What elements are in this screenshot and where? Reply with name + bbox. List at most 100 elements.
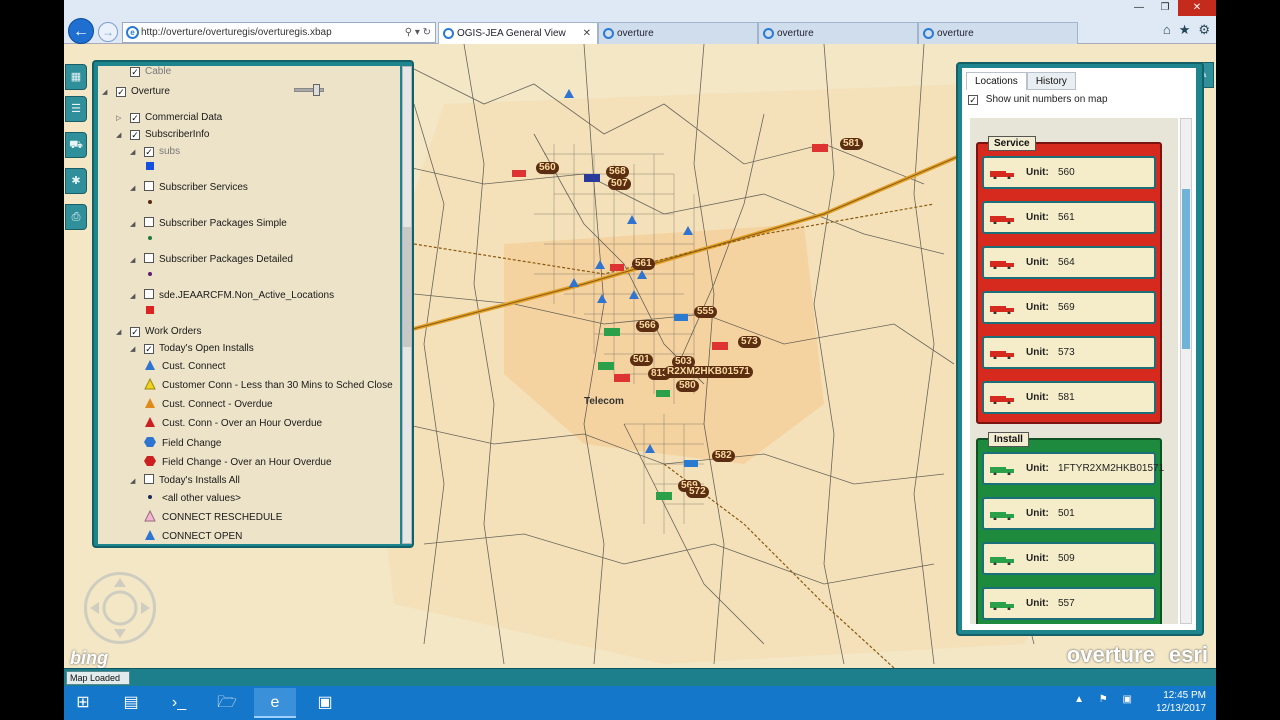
measure-tool-icon[interactable]: ✱ <box>65 168 87 194</box>
layer-row[interactable]: ◢ ✓ Work Orders <box>116 324 202 340</box>
print-tool-icon[interactable]: ⎙ <box>65 204 87 230</box>
layer-checkbox[interactable] <box>144 289 154 299</box>
minimize-icon[interactable]: — <box>1126 0 1152 16</box>
show-unit-numbers-checkbox[interactable]: ✓ <box>968 95 978 105</box>
restore-icon[interactable]: ❐ <box>1152 0 1178 16</box>
expand-open-icon[interactable]: ◢ <box>130 342 138 358</box>
layer-row[interactable]: Cust. Connect - Overdue <box>144 397 273 413</box>
favorites-icon[interactable]: ★ <box>1179 22 1191 38</box>
layer-row[interactable] <box>144 268 162 284</box>
basemap-tool-icon[interactable]: ▦ <box>65 64 87 90</box>
file-explorer-icon[interactable]: 🗁 <box>206 688 248 718</box>
expand-closed-icon[interactable]: ▷ <box>116 111 124 127</box>
map-marker-label[interactable]: 572 <box>686 486 709 498</box>
tab-overture[interactable]: overture <box>598 22 758 44</box>
layer-row[interactable] <box>144 304 162 320</box>
layer-row[interactable]: Cust. Connect <box>144 359 225 375</box>
layer-row[interactable]: <all other values> <box>144 491 241 507</box>
unit-card[interactable]: Unit: 564 <box>982 246 1156 279</box>
layer-row[interactable]: CONNECT OPEN <box>144 529 242 544</box>
map-marker-label[interactable]: 555 <box>694 306 717 318</box>
search-refresh-icons[interactable]: ⚲ ▾ ↻ <box>405 23 431 42</box>
vehicle-tool-icon[interactable]: ⛟ <box>65 132 87 158</box>
layer-row[interactable]: ◢ Today's Installs All <box>130 473 240 489</box>
layer-checkbox[interactable] <box>144 253 154 263</box>
layer-checkbox[interactable]: ✓ <box>144 344 154 354</box>
slider-thumb[interactable] <box>313 84 320 96</box>
map-marker-label[interactable]: 566 <box>636 320 659 332</box>
layer-row[interactable]: Field Change <box>144 436 221 452</box>
scroll-thumb[interactable] <box>403 227 411 347</box>
layer-checkbox[interactable]: ✓ <box>130 113 140 123</box>
expand-open-icon[interactable]: ◢ <box>130 181 138 197</box>
internet-explorer-icon[interactable]: e <box>254 688 296 718</box>
tab-ogis-general-view[interactable]: OGIS-JEA General View ✕ <box>438 22 598 44</box>
unit-card[interactable]: Unit: 560 <box>982 156 1156 189</box>
map-marker-label[interactable]: 582 <box>712 450 735 462</box>
unit-card[interactable]: Unit: 561 <box>982 201 1156 234</box>
powershell-icon[interactable]: ›_ <box>158 688 200 718</box>
layer-checkbox[interactable]: ✓ <box>130 130 140 140</box>
app-icon[interactable]: ▣ <box>304 688 346 718</box>
layer-checkbox[interactable]: ✓ <box>144 147 154 157</box>
layer-row[interactable]: ✓ Cable <box>116 66 171 80</box>
expand-open-icon[interactable]: ◢ <box>130 217 138 233</box>
expand-open-icon[interactable]: ◢ <box>116 325 124 341</box>
map-marker-label[interactable]: 573 <box>738 336 761 348</box>
system-tray[interactable]: ▲ ⚑ ▣ <box>1074 694 1138 705</box>
layer-checkbox[interactable]: ✓ <box>116 87 126 97</box>
layer-row[interactable]: Field Change - Over an Hour Overdue <box>144 455 332 471</box>
layer-row[interactable]: ◢ Subscriber Packages Detailed <box>130 252 293 268</box>
layer-row[interactable] <box>144 160 162 176</box>
show-unit-numbers-option[interactable]: ✓ Show unit numbers on map <box>968 94 1108 106</box>
unit-card[interactable]: Unit: 501 <box>982 497 1156 530</box>
opacity-slider[interactable] <box>294 84 324 96</box>
unit-card[interactable]: Unit: 509 <box>982 542 1156 575</box>
map-marker-label[interactable]: 581 <box>840 138 863 150</box>
layer-row[interactable]: ◢ ✓ subs <box>130 144 180 160</box>
layer-row[interactable]: Customer Conn - Less than 30 Mins to Sch… <box>144 377 393 394</box>
map-marker-label[interactable]: R2XM2HKB01571 <box>664 366 753 378</box>
unit-card[interactable]: Unit: 1FTYR2XM2HKB01571 <box>982 452 1164 485</box>
layer-checkbox[interactable] <box>144 217 154 227</box>
layer-row[interactable]: Cust. Conn - Over an Hour Overdue <box>144 416 322 432</box>
gear-icon[interactable]: ⚙ <box>1198 22 1210 38</box>
expand-open-icon[interactable]: ◢ <box>130 289 138 305</box>
home-icon[interactable]: ⌂ <box>1163 22 1171 38</box>
server-manager-icon[interactable]: ▤ <box>110 688 152 718</box>
layer-row[interactable]: ◢ Subscriber Services <box>130 180 248 196</box>
map-marker-label[interactable]: 560 <box>536 162 559 174</box>
layer-row[interactable] <box>144 232 162 248</box>
unit-card[interactable]: Unit: 573 <box>982 336 1156 369</box>
expand-open-icon[interactable]: ◢ <box>116 128 124 144</box>
layer-scrollbar[interactable] <box>402 66 412 544</box>
address-bar[interactable]: e http://overture/overturegis/overturegi… <box>122 22 436 43</box>
layer-row[interactable]: ◢ ✓ SubscriberInfo <box>116 127 209 143</box>
layer-row[interactable]: ◢ Subscriber Packages Simple <box>130 216 287 232</box>
tab-overture[interactable]: overture <box>758 22 918 44</box>
layer-checkbox[interactable]: ✓ <box>130 327 140 337</box>
unit-card[interactable]: Unit: 557 <box>982 587 1156 620</box>
tab-overture[interactable]: overture <box>918 22 1078 44</box>
layer-row[interactable]: ▷ ✓ Commercial Data <box>116 110 222 126</box>
layer-row[interactable]: CONNECT RESCHEDULE <box>144 509 282 526</box>
layer-row[interactable]: ◢ ✓ Today's Open Installs <box>130 341 254 357</box>
map-marker-label[interactable]: 568 <box>606 166 629 178</box>
close-tab-icon[interactable]: ✕ <box>583 23 591 44</box>
scroll-thumb[interactable] <box>1182 189 1190 349</box>
map-marker-label[interactable]: 507 <box>608 178 631 190</box>
unit-card[interactable]: Unit: 581 <box>982 381 1156 414</box>
expand-open-icon[interactable]: ◢ <box>130 474 138 490</box>
close-icon[interactable]: ✕ <box>1178 0 1216 16</box>
layers-tool-icon[interactable]: ☰ <box>65 96 87 122</box>
layer-checkbox[interactable]: ✓ <box>130 67 140 77</box>
layer-row[interactable] <box>144 196 162 212</box>
clock[interactable]: 12:45 PM 12/13/2017 <box>1156 689 1206 715</box>
expand-open-icon[interactable]: ◢ <box>130 253 138 269</box>
pan-arrows-icon[interactable] <box>87 575 153 641</box>
layer-row[interactable]: ◢ sde.JEAARCFM.Non_Active_Locations <box>130 288 334 304</box>
map-navigation-control[interactable] <box>84 572 156 644</box>
tab-locations[interactable]: Locations <box>966 72 1027 90</box>
layer-checkbox[interactable] <box>144 181 154 191</box>
map-marker-label[interactable]: 580 <box>676 380 699 392</box>
